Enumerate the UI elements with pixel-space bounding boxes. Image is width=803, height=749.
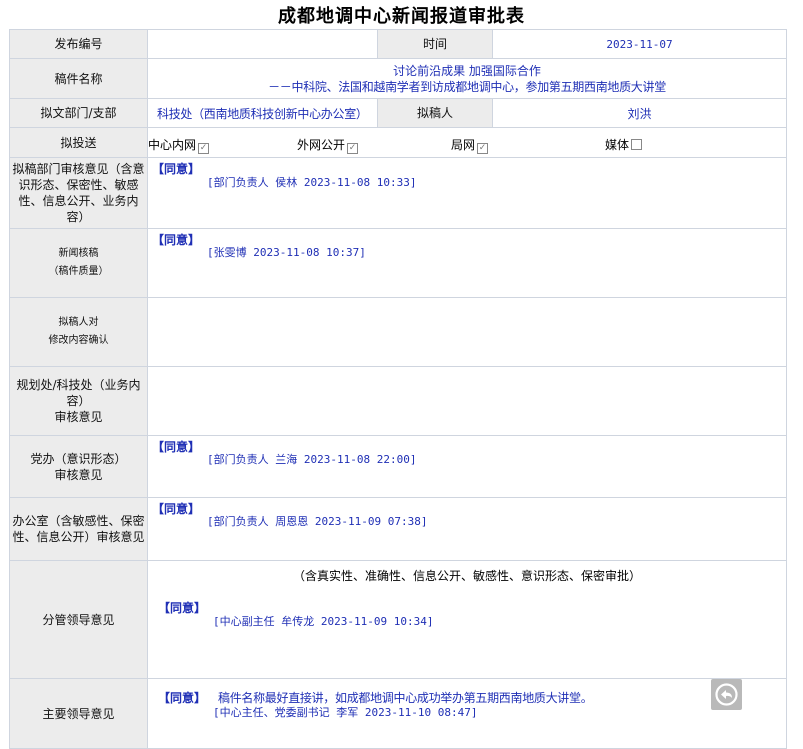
dept-review-signature: [部门负责人 侯林 2023-11-08 10:33] — [207, 176, 417, 189]
leader-review-label: 分管领导意见 — [9, 560, 148, 679]
dept-label: 拟文部门/支部 — [9, 98, 148, 128]
news-review-label: 新闻核稿 （稿件质量） — [9, 228, 148, 298]
main-leader-review-opinion: 【同意】 — [158, 691, 207, 705]
dept-review-content: 【同意】 [部门负责人 侯林 2023-11-08 10:33] — [147, 157, 787, 229]
party-review-label-1: 党办（意识形态） — [30, 451, 127, 466]
channel-public-web-label: 外网公开 — [297, 137, 346, 152]
party-review-signature: [部门负责人 兰海 2023-11-08 22:00] — [207, 453, 417, 466]
channel-public-web[interactable]: 外网公开 ✓ — [297, 136, 359, 154]
main-leader-review-label: 主要领导意见 — [9, 678, 148, 749]
row-main-leader-review: 主要领导意见 【同意】 稿件名称最好直接讲，如成都地调中心成功举办第五期西南地质… — [9, 678, 787, 749]
news-review-signature: [张雯博 2023-11-08 10:37] — [207, 246, 366, 259]
time-label: 时间 — [377, 29, 493, 59]
channels-options: 中心内网 ✓ 外网公开 ✓ 局网 ✓ 媒体 — [147, 127, 787, 158]
dept-review-opinion: 【同意】 — [152, 162, 201, 176]
channel-intranet[interactable]: 中心内网 ✓ — [148, 136, 210, 154]
dept-review-label: 拟稿部门审核意见（含意识形态、保密性、敏感性、信息公开、业务内容） — [9, 157, 148, 229]
article-name-value: 讨论前沿成果 加强国际合作 －－中科院、法国和越南学者到访成都地调中心，参加第五… — [147, 58, 787, 99]
leader-review-opinion: 【同意】 — [158, 601, 207, 615]
drafter-label: 拟稿人 — [377, 98, 493, 128]
news-review-label-1: 新闻核稿 — [58, 248, 99, 259]
article-name-label: 稿件名称 — [9, 58, 148, 99]
row-article-name: 稿件名称 讨论前沿成果 加强国际合作 －－中科院、法国和越南学者到访成都地调中心… — [9, 58, 787, 99]
news-review-label-2: （稿件质量） — [48, 266, 109, 277]
channel-media-checkbox[interactable] — [631, 138, 643, 150]
dept-value: 科技处（西南地质科技创新中心办公室） — [147, 98, 378, 128]
row-drafter-confirm: 拟稿人对 修改内容确认 — [9, 297, 787, 367]
row-dept: 拟文部门/支部 科技处（西南地质科技创新中心办公室） 拟稿人 刘洪 — [9, 98, 787, 128]
page-title: 成都地调中心新闻报道审批表 — [278, 6, 525, 27]
approval-form-table: 发布编号 时间 2023-11-07 稿件名称 讨论前沿成果 加强国际合作 －－… — [9, 29, 787, 749]
row-leader-review: 分管领导意见 （含真实性、准确性、信息公开、敏感性、意识形态、保密审批） 【同意… — [9, 560, 787, 679]
share-arrow-icon — [715, 683, 738, 706]
office-review-opinion: 【同意】 — [152, 502, 201, 516]
row-news-review: 新闻核稿 （稿件质量） 【同意】 [张雯博 2023-11-08 10:37] — [9, 228, 787, 298]
channel-media-label: 媒体 — [605, 137, 630, 152]
planning-review-label-2: 审核意见 — [54, 410, 103, 424]
article-name-line2: －－中科院、法国和越南学者到访成都地调中心，参加第五期西南地质大讲堂 — [268, 79, 666, 94]
publish-no-value — [147, 29, 378, 59]
channel-intranet-label: 中心内网 — [148, 137, 197, 152]
leader-review-note: （含真实性、准确性、信息公开、敏感性、意识形态、保密审批） — [292, 569, 641, 583]
party-review-content: 【同意】 [部门负责人 兰海 2023-11-08 22:00] — [147, 435, 787, 498]
main-leader-review-content: 【同意】 稿件名称最好直接讲，如成都地调中心成功举办第五期西南地质大讲堂。 [中… — [147, 678, 787, 749]
news-review-content: 【同意】 [张雯博 2023-11-08 10:37] — [147, 228, 787, 298]
row-planning-review: 规划处/科技处（业务内容） 审核意见 — [9, 366, 787, 436]
drafter-confirm-label-1: 拟稿人对 — [58, 317, 99, 328]
main-leader-review-signature: [中心主任、党委副书记 李军 2023-11-10 08:47] — [213, 706, 478, 719]
news-review-opinion: 【同意】 — [152, 233, 201, 247]
row-publish-no: 发布编号 时间 2023-11-07 — [9, 29, 787, 59]
drafter-confirm-label-2: 修改内容确认 — [48, 335, 109, 346]
row-channels: 拟投送 中心内网 ✓ 外网公开 ✓ 局网 ✓ 媒体 — [9, 127, 787, 158]
channel-public-web-checkbox[interactable]: ✓ — [347, 142, 359, 154]
office-review-label: 办公室（含敏感性、保密性、信息公开）审核意见 — [9, 497, 148, 561]
channel-bureau-web[interactable]: 局网 ✓ — [451, 136, 489, 154]
row-office-review: 办公室（含敏感性、保密性、信息公开）审核意见 【同意】 [部门负责人 周恩恩 2… — [9, 497, 787, 561]
drafter-confirm-content — [147, 297, 787, 367]
channel-media[interactable]: 媒体 — [605, 136, 643, 153]
channels-label: 拟投送 — [9, 127, 148, 158]
channel-bureau-web-label: 局网 — [451, 137, 476, 152]
planning-review-label-1: 规划处/科技处（业务内容） — [16, 378, 141, 408]
publish-no-label: 发布编号 — [9, 29, 148, 59]
planning-review-content — [147, 366, 787, 436]
leader-review-content: （含真实性、准确性、信息公开、敏感性、意识形态、保密审批） 【同意】 [中心副主… — [147, 560, 787, 679]
row-party-review: 党办（意识形态） 审核意见 【同意】 [部门负责人 兰海 2023-11-08 … — [9, 435, 787, 498]
article-name-line1: 讨论前沿成果 加强国际合作 — [393, 63, 541, 78]
party-review-label-2: 审核意见 — [54, 467, 103, 482]
row-dept-review: 拟稿部门审核意见（含意识形态、保密性、敏感性、信息公开、业务内容） 【同意】 [… — [9, 157, 787, 229]
drafter-value: 刘洪 — [492, 98, 787, 128]
leader-review-signature: [中心副主任 牟传龙 2023-11-09 10:34] — [213, 615, 434, 628]
office-review-content: 【同意】 [部门负责人 周恩恩 2023-11-09 07:38] — [147, 497, 787, 561]
party-review-opinion: 【同意】 — [152, 440, 201, 454]
drafter-confirm-label: 拟稿人对 修改内容确认 — [9, 297, 148, 367]
office-review-signature: [部门负责人 周恩恩 2023-11-09 07:38] — [207, 515, 428, 528]
time-value: 2023-11-07 — [492, 29, 787, 59]
planning-review-label: 规划处/科技处（业务内容） 审核意见 — [9, 366, 148, 436]
channel-intranet-checkbox[interactable]: ✓ — [198, 142, 210, 154]
party-review-label: 党办（意识形态） 审核意见 — [9, 435, 148, 498]
channel-bureau-web-checkbox[interactable]: ✓ — [477, 142, 489, 154]
share-button[interactable] — [711, 679, 742, 710]
